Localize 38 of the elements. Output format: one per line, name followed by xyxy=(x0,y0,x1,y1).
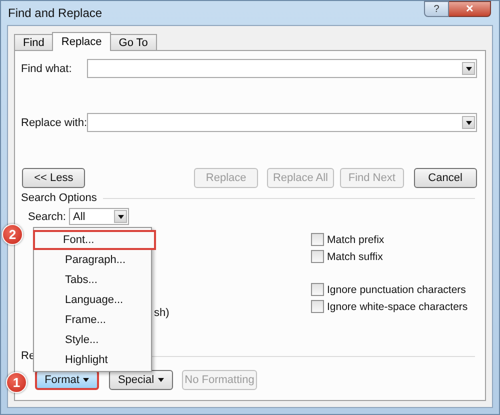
find-what-field[interactable] xyxy=(87,59,477,78)
dialog-button[interactable]: Cancel xyxy=(414,168,477,188)
tab[interactable]: Go To xyxy=(110,34,157,50)
dialog-button[interactable]: Format xyxy=(35,370,99,390)
menu-item[interactable]: Tabs... xyxy=(35,270,150,290)
checkbox[interactable] xyxy=(311,250,324,263)
caret-icon xyxy=(118,214,124,218)
menu-item[interactable]: Paragraph... xyxy=(35,250,150,270)
field-label: Find what: xyxy=(21,62,73,74)
menu-item[interactable]: Frame... xyxy=(35,310,150,330)
menu-item[interactable]: Language... xyxy=(35,290,150,310)
menu-item[interactable]: Font... xyxy=(33,230,156,250)
menu-item[interactable]: Style... xyxy=(35,330,150,350)
option-label: sh) xyxy=(154,307,170,319)
tab[interactable]: Replace xyxy=(52,32,111,51)
help-button[interactable]: ? xyxy=(424,1,449,17)
caret-icon xyxy=(466,66,472,70)
checkbox-label: Ignore punctuation characters xyxy=(327,284,466,296)
checkbox[interactable] xyxy=(311,283,324,296)
checkbox-label: Match suffix xyxy=(327,250,383,262)
section-label: Search Options xyxy=(21,192,97,204)
checkbox-label: Match prefix xyxy=(327,234,384,246)
caret-icon xyxy=(466,120,472,124)
search-label: Search: xyxy=(28,210,67,222)
step-badge: 2 xyxy=(2,224,23,245)
checkbox[interactable] xyxy=(311,300,324,313)
caret-icon xyxy=(83,378,90,382)
window-title: Find and Replace xyxy=(8,6,102,20)
search-dropdown[interactable]: All xyxy=(69,208,129,225)
checkbox-label: Ignore white-space characters xyxy=(327,300,468,312)
tab[interactable]: Find xyxy=(14,34,54,50)
replace-with-field[interactable] xyxy=(87,113,477,132)
dialog-button[interactable]: << Less xyxy=(22,168,86,188)
caret-icon xyxy=(158,378,164,382)
dialog-button[interactable]: Special xyxy=(109,370,173,390)
field-label: Replace with: xyxy=(21,116,87,128)
checkbox[interactable] xyxy=(311,233,324,246)
menu-item[interactable]: Highlight xyxy=(35,350,150,370)
